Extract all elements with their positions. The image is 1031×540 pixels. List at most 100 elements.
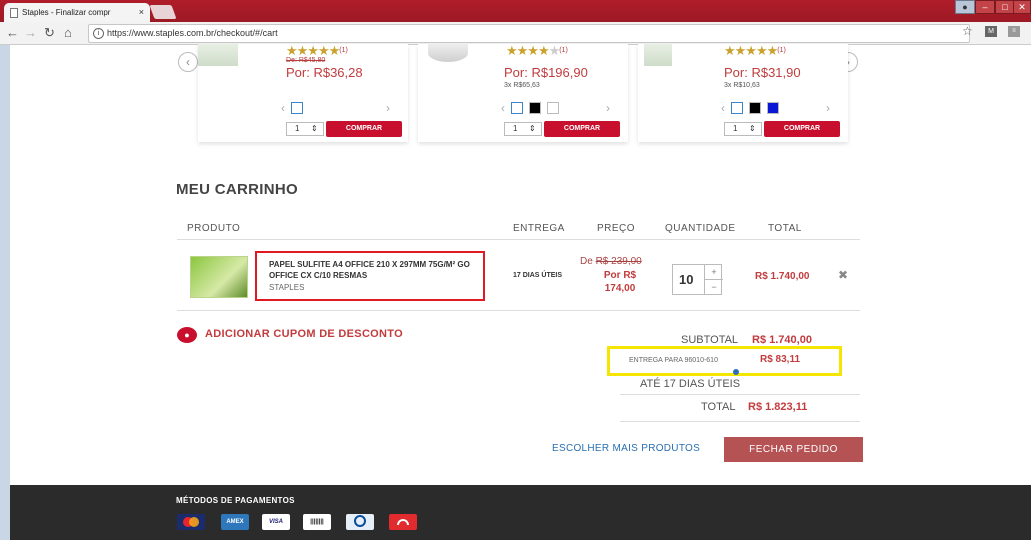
- column-header-price: PREÇO: [597, 223, 636, 234]
- rating-stars: ★★★★★(1): [506, 43, 568, 58]
- product-image: [198, 44, 238, 66]
- header-divider: [177, 239, 860, 240]
- chevron-left-icon[interactable]: ‹: [281, 102, 285, 114]
- product-price: Por: R$196,90: [504, 65, 588, 80]
- back-icon[interactable]: ←: [6, 24, 19, 42]
- buy-button[interactable]: COMPRAR: [764, 121, 840, 137]
- installments: 3x R$10,63: [724, 82, 760, 89]
- reload-icon[interactable]: ↻: [44, 24, 55, 42]
- product-price: Por: R$31,90: [724, 65, 801, 80]
- info-icon[interactable]: [733, 369, 739, 375]
- new-tab-button[interactable]: [149, 5, 177, 19]
- buy-button[interactable]: COMPRAR: [326, 121, 402, 137]
- chevron-right-icon[interactable]: ›: [826, 102, 830, 114]
- color-selector: ‹ ›: [501, 102, 621, 116]
- quantity-select[interactable]: 1 ⇕: [286, 122, 324, 136]
- user-icon[interactable]: ●: [955, 0, 975, 14]
- cart-title: MEU CARRINHO: [176, 181, 298, 198]
- forward-icon[interactable]: →: [24, 24, 37, 42]
- address-bar: ← → ↻ ⌂ i https://www.staples.com.br/che…: [0, 22, 1031, 45]
- cart-row-total: R$ 1.740,00: [755, 271, 810, 282]
- row-divider: [177, 310, 860, 311]
- subtotal-label: SUBTOTAL: [681, 334, 739, 346]
- color-swatch[interactable]: [529, 102, 541, 114]
- product-image: [644, 44, 672, 66]
- shipping-value: R$ 83,11: [760, 354, 801, 365]
- boleto-icon: ||||||||: [303, 514, 331, 530]
- summary-divider: [620, 421, 860, 422]
- installments: 3x R$65,63: [504, 82, 540, 89]
- color-swatch[interactable]: [749, 102, 761, 114]
- minimize-button[interactable]: –: [975, 0, 995, 14]
- shipping-label: ENTREGA PARA 96010-610: [629, 357, 718, 364]
- quantity-select[interactable]: 1 ⇕: [724, 122, 762, 136]
- continue-shopping-link[interactable]: ESCOLHER MAIS PRODUTOS: [552, 443, 700, 454]
- column-header-total: TOTAL: [768, 223, 802, 234]
- product-card: ★★★★★(1) Por: R$196,90 3x R$65,63 ‹ › 1 ⇕…: [418, 44, 628, 142]
- footer: [10, 485, 1031, 540]
- decrement-button[interactable]: −: [704, 280, 723, 294]
- color-swatch[interactable]: [511, 102, 523, 114]
- increment-button[interactable]: +: [704, 265, 723, 280]
- close-window-button[interactable]: ✕: [1013, 0, 1031, 14]
- extension-icon-2[interactable]: ≡: [1008, 26, 1020, 37]
- product-image: [428, 44, 468, 62]
- quantity-value[interactable]: 10: [679, 272, 693, 287]
- column-header-quantity: QUANTIDADE: [665, 223, 736, 234]
- maximize-button[interactable]: □: [995, 0, 1015, 14]
- rating-stars: ★★★★★(1): [286, 43, 348, 58]
- mastercard-icon: [177, 514, 205, 530]
- browser-titlebar: Staples - Finalizar compr × ● – □ ✕: [0, 0, 1031, 22]
- tab-close-icon[interactable]: ×: [139, 3, 144, 22]
- bookmark-star-icon[interactable]: ☆: [962, 24, 973, 38]
- remove-item-icon[interactable]: ✖: [838, 268, 848, 282]
- column-header-delivery: ENTREGA: [513, 223, 565, 234]
- color-selector: ‹ ›: [721, 102, 841, 116]
- color-swatch[interactable]: [547, 102, 559, 114]
- color-swatch[interactable]: [767, 102, 779, 114]
- product-price: Por: R$36,28: [286, 65, 363, 80]
- url-text: https://www.staples.com.br/checkout/#/ca…: [107, 28, 278, 38]
- rating-stars: ★★★★★(1): [724, 43, 786, 58]
- chevron-right-icon[interactable]: ›: [606, 102, 610, 114]
- add-coupon-link[interactable]: ADICIONAR CUPOM DE DESCONTO: [205, 328, 403, 340]
- payment-methods-title: MÉTODOS DE PAGAMENTOS: [176, 496, 295, 505]
- color-swatch[interactable]: [731, 102, 743, 114]
- quantity-select[interactable]: 1 ⇕: [504, 122, 542, 136]
- total-value: R$ 1.823,11: [748, 401, 808, 413]
- summary-divider: [620, 394, 860, 395]
- cart-product-image[interactable]: [190, 256, 248, 298]
- quantity-stepper[interactable]: 10 + −: [672, 264, 723, 295]
- amex-icon: AMEX: [221, 514, 249, 530]
- checkout-button[interactable]: FECHAR PEDIDO: [724, 437, 863, 462]
- carousel-prev-button[interactable]: ‹: [178, 52, 198, 72]
- page-icon: [10, 8, 18, 18]
- product-card: ★★★★★(1) De: R$45,80 Por: R$36,28 ‹ › 1 ⇕…: [198, 44, 408, 142]
- old-price: De: R$45,80: [286, 57, 326, 64]
- buy-button[interactable]: COMPRAR: [544, 121, 620, 137]
- site-info-icon[interactable]: i: [93, 28, 104, 39]
- url-field[interactable]: i https://www.staples.com.br/checkout/#/…: [88, 24, 970, 43]
- tab-title: Staples - Finalizar compr: [22, 8, 111, 17]
- subtotal-value: R$ 1.740,00: [752, 334, 812, 346]
- home-icon[interactable]: ⌂: [64, 24, 72, 42]
- column-header-product: PRODUTO: [187, 223, 241, 234]
- cart-old-price: De R$ 239,00: [580, 256, 642, 267]
- chevron-right-icon[interactable]: ›: [386, 102, 390, 114]
- product-card: ★★★★★(1) Por: R$31,90 3x R$10,63 ‹ › 1 ⇕ …: [638, 44, 848, 142]
- cart-delivery-time: 17 DIAS ÚTEIS: [513, 272, 563, 279]
- coupon-icon[interactable]: ●: [177, 327, 197, 343]
- total-label: TOTAL: [701, 401, 736, 413]
- color-swatch[interactable]: [291, 102, 303, 114]
- cart-current-price: Por R$ 174,00: [603, 270, 637, 294]
- browser-tab[interactable]: Staples - Finalizar compr ×: [4, 3, 150, 22]
- diners-club-icon: [346, 514, 374, 530]
- cart-product-name[interactable]: PAPEL SULFITE A4 OFFICE 210 X 297MM 75G/…: [269, 259, 479, 281]
- visa-icon: VISA: [262, 514, 290, 530]
- extension-icon[interactable]: M: [985, 26, 997, 37]
- desktop-edge: [0, 0, 10, 540]
- cart-product-brand: STAPLES: [269, 283, 305, 292]
- chevron-left-icon[interactable]: ‹: [721, 102, 725, 114]
- chevron-left-icon[interactable]: ‹: [501, 102, 505, 114]
- hipercard-icon: [389, 514, 417, 530]
